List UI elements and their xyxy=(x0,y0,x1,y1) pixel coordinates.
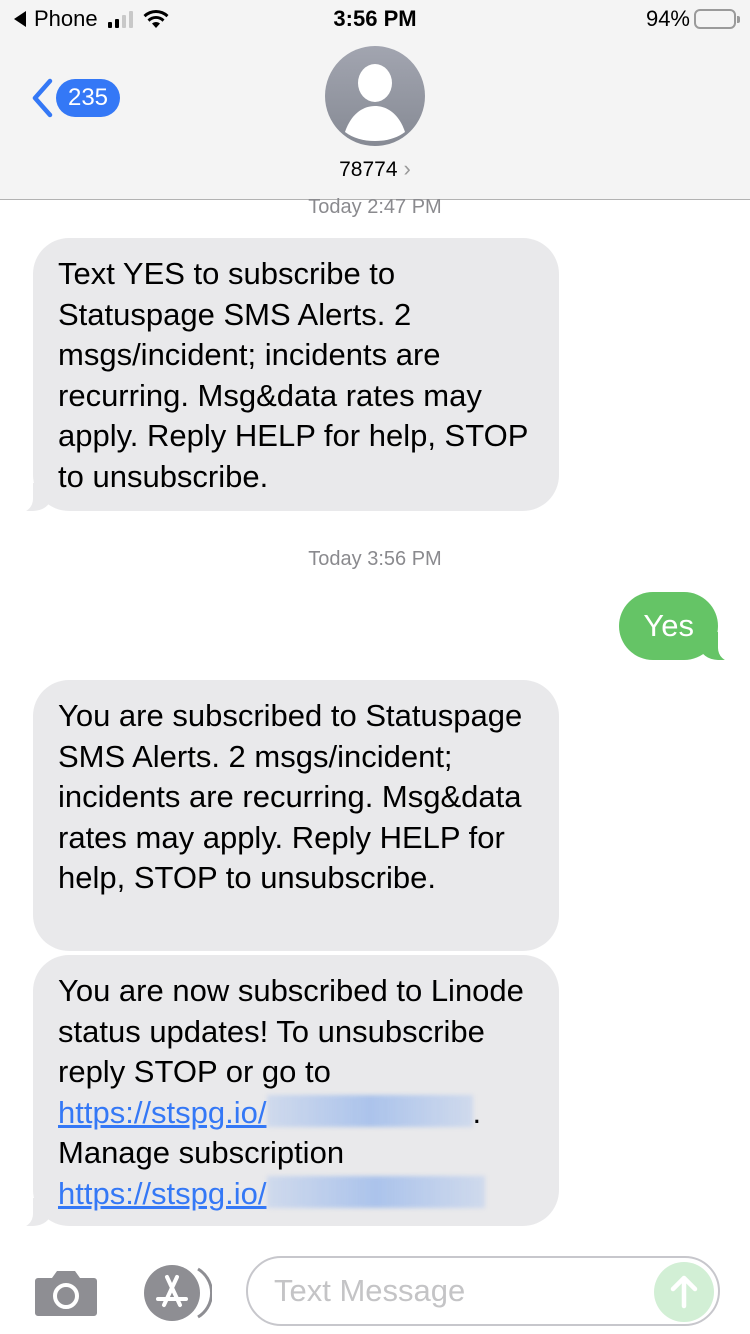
app-store-icon[interactable] xyxy=(140,1265,212,1321)
redacted-url xyxy=(266,1175,485,1208)
redacted-url xyxy=(266,1094,473,1127)
chevron-left-icon xyxy=(32,78,53,118)
unsubscribe-link[interactable]: https://stspg.io/ xyxy=(58,1094,473,1130)
link-text: https://stspg.io/ xyxy=(58,1094,267,1130)
person-icon xyxy=(345,64,405,141)
incoming-message[interactable]: You are subscribed to Statuspage SMS Ale… xyxy=(33,680,559,951)
status-bar: Phone 3:56 PM 94% xyxy=(0,0,750,40)
battery-icon xyxy=(694,9,740,29)
unread-count-badge: 235 xyxy=(56,79,120,117)
conversation-header: 235 78774 › xyxy=(0,40,750,200)
timestamp: Today 2:47 PM xyxy=(308,196,442,218)
incoming-message[interactable]: Text YES to subscribe to Statuspage SMS … xyxy=(11,238,559,513)
chevron-right-icon: › xyxy=(403,156,411,181)
outgoing-message[interactable]: Yes xyxy=(619,592,740,662)
message-input-field[interactable] xyxy=(246,1256,720,1326)
message-input[interactable] xyxy=(274,1258,644,1324)
arrow-up-icon xyxy=(670,1275,698,1309)
camera-icon[interactable] xyxy=(34,1270,98,1316)
message-text: Yes xyxy=(643,608,694,643)
contact-name-button[interactable]: 78774 › xyxy=(0,156,750,182)
back-button[interactable]: 235 xyxy=(30,78,120,118)
send-button[interactable] xyxy=(654,1262,714,1322)
incoming-message[interactable]: You are now subscribed to Linode status … xyxy=(11,955,559,1228)
battery-percent: 94% xyxy=(645,6,690,31)
clock: 3:56 PM xyxy=(333,6,417,31)
timestamp: Today 3:56 PM xyxy=(308,548,442,570)
message-text: You are subscribed to Statuspage SMS Ale… xyxy=(58,698,523,895)
contact-avatar[interactable] xyxy=(325,46,425,146)
contact-name: 78774 xyxy=(339,158,398,181)
manage-subscription-link[interactable]: https://stspg.io/ xyxy=(58,1175,485,1211)
message-text: You are now subscribed to Linode status … xyxy=(58,973,524,1089)
link-text: https://stspg.io/ xyxy=(58,1175,267,1211)
battery-status: 94% xyxy=(645,6,740,32)
message-text: Text YES to subscribe to Statuspage SMS … xyxy=(58,256,528,494)
compose-bar xyxy=(0,1240,750,1334)
